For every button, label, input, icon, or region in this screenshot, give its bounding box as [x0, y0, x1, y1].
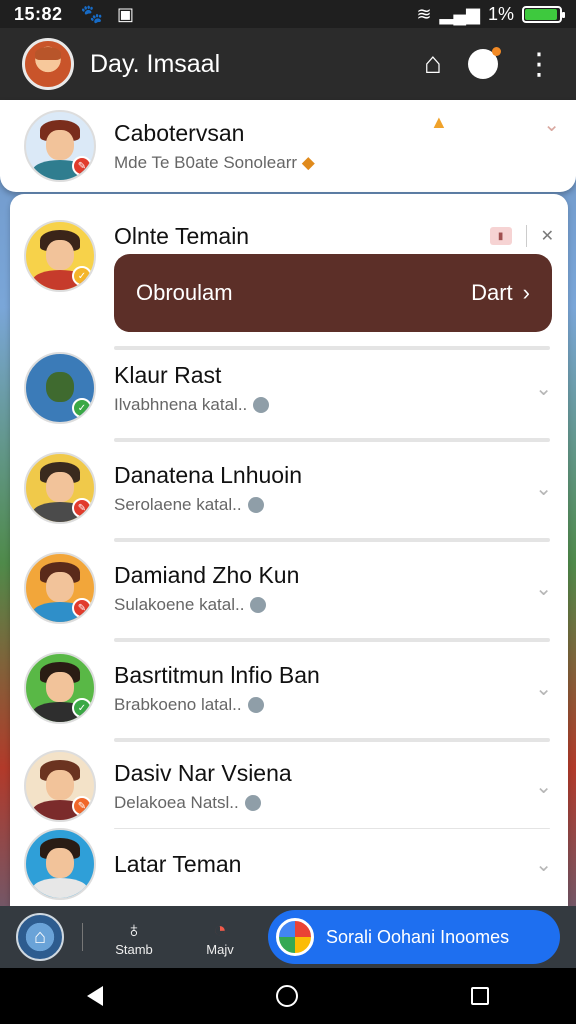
list-item[interactable]: ✓ Basrtitmun lnfio Ban Brabkoeno latal..…	[10, 640, 568, 736]
bottom-item-majv[interactable]: ◔ Majv	[187, 916, 253, 957]
avatar: ✎	[24, 552, 96, 624]
battery-icon	[522, 5, 565, 23]
contact-name: Cabotervsan	[114, 119, 245, 146]
status-badge: ✓	[72, 398, 92, 418]
contacts-card: ✓ Olnte Temain ▮ ✕ Obroulam Dart › ✓ Kla…	[10, 194, 568, 906]
status-badge: ✎	[72, 498, 92, 518]
wifi-icon: ≋	[416, 3, 432, 24]
avatar: ✎	[24, 110, 96, 182]
system-nav-bar	[0, 968, 576, 1024]
cta-button[interactable]: Sorali Oohani Inoomes	[268, 910, 560, 964]
top-list-item[interactable]: ✎ Cabotervsan Mde Te B0ate Sonolearr ◆ ▲…	[0, 100, 576, 192]
mic-icon	[253, 397, 270, 414]
contact-name: Olnte Temain	[114, 222, 250, 249]
smile-icon[interactable]: ☺	[468, 47, 501, 79]
home-icon[interactable]: ⌂	[424, 47, 442, 81]
chevron-down-icon[interactable]: ⌄	[535, 376, 552, 401]
chevron-down-icon[interactable]: ⌄	[543, 112, 560, 137]
action-button[interactable]: Obroulam Dart ›	[114, 254, 552, 332]
bottom-item-stamb[interactable]: ♁ Stamb	[101, 916, 167, 957]
chevron-down-icon[interactable]: ⌄	[535, 476, 552, 501]
contact-name: Latar Teman	[114, 850, 242, 877]
mic-icon	[247, 497, 264, 514]
more-vert-icon[interactable]: ⋮	[524, 47, 554, 82]
tag-icon[interactable]: ▮	[489, 227, 512, 245]
status-badge: ✓	[72, 266, 92, 286]
contact-name: Danatena Lnhuoin	[114, 461, 302, 488]
contact-name: Basrtitmun lnfio Ban	[114, 661, 320, 688]
home-shortcut-icon[interactable]: ⌂	[16, 913, 64, 961]
avatar: ✓	[24, 352, 96, 424]
divider	[525, 225, 527, 247]
home-circle-icon[interactable]	[275, 985, 298, 1007]
chrome-icon	[276, 918, 314, 956]
list-item[interactable]: ✎ Danatena Lnhuoin Serolaene katal.. ⌄	[10, 440, 568, 536]
close-icon[interactable]: ✕	[541, 226, 554, 246]
contact-name: Damiand Zho Kun	[114, 561, 300, 588]
chevron-right-icon: ›	[522, 280, 530, 305]
mic-icon	[244, 795, 261, 812]
signal-icon: ▂▄▆	[439, 3, 480, 24]
pie-icon: ◔	[213, 916, 227, 942]
paw-icon: 🐾	[80, 3, 103, 24]
bottom-bar: ⌂ ♁ Stamb ◔ Majv Sorali Oohani Inoomes	[0, 906, 576, 968]
list-item[interactable]: ✓ Klaur Rast Ilvabhnena katal.. ⌄	[10, 340, 568, 436]
profile-avatar[interactable]	[22, 38, 74, 90]
chevron-down-icon[interactable]: ⌄	[535, 774, 552, 799]
battery-percent: 1%	[487, 3, 514, 24]
bell-icon: ♁	[125, 916, 143, 942]
avatar: ✓	[24, 220, 96, 292]
chevron-down-icon[interactable]: ⌄	[535, 576, 552, 601]
status-badge: ✎	[72, 796, 92, 816]
back-icon[interactable]	[86, 986, 103, 1006]
status-badge: ✎	[72, 598, 92, 618]
status-badge: ✓	[72, 698, 92, 718]
contact-name: Dasiv Nar Vsiena	[114, 759, 292, 786]
contact-subtitle: Mde Te B0ate Sonolearr ◆	[114, 152, 315, 172]
app-title: Day. Imsaal	[90, 49, 221, 78]
sim-icon: ▣	[116, 3, 134, 24]
list-item[interactable]: Latar Teman ⌄	[10, 816, 568, 912]
leaf-icon: ◆	[301, 152, 315, 172]
avatar: ✓	[24, 652, 96, 724]
avatar: ✎	[24, 452, 96, 524]
avatar	[24, 828, 96, 900]
chevron-down-icon[interactable]: ⌄	[535, 676, 552, 701]
chevron-down-icon[interactable]: ⌄	[535, 852, 552, 877]
mic-icon	[247, 697, 264, 714]
contact-name: Klaur Rast	[114, 361, 222, 388]
list-item[interactable]: ✎ Damiand Zho Kun Sulakoene katal.. ⌄	[10, 540, 568, 636]
flame-icon: ▲	[430, 112, 448, 132]
recents-icon[interactable]	[471, 987, 490, 1005]
avatar: ✎	[24, 750, 96, 822]
status-bar: 15:82 🐾 ▣ ≋ ▂▄▆ 1%	[0, 0, 576, 28]
app-bar: Day. Imsaal ⌂ ☺ ⋮	[0, 28, 576, 100]
status-time: 15:82	[14, 3, 63, 24]
status-badge: ✎	[72, 156, 92, 176]
mic-icon	[250, 597, 267, 614]
divider	[82, 923, 83, 951]
